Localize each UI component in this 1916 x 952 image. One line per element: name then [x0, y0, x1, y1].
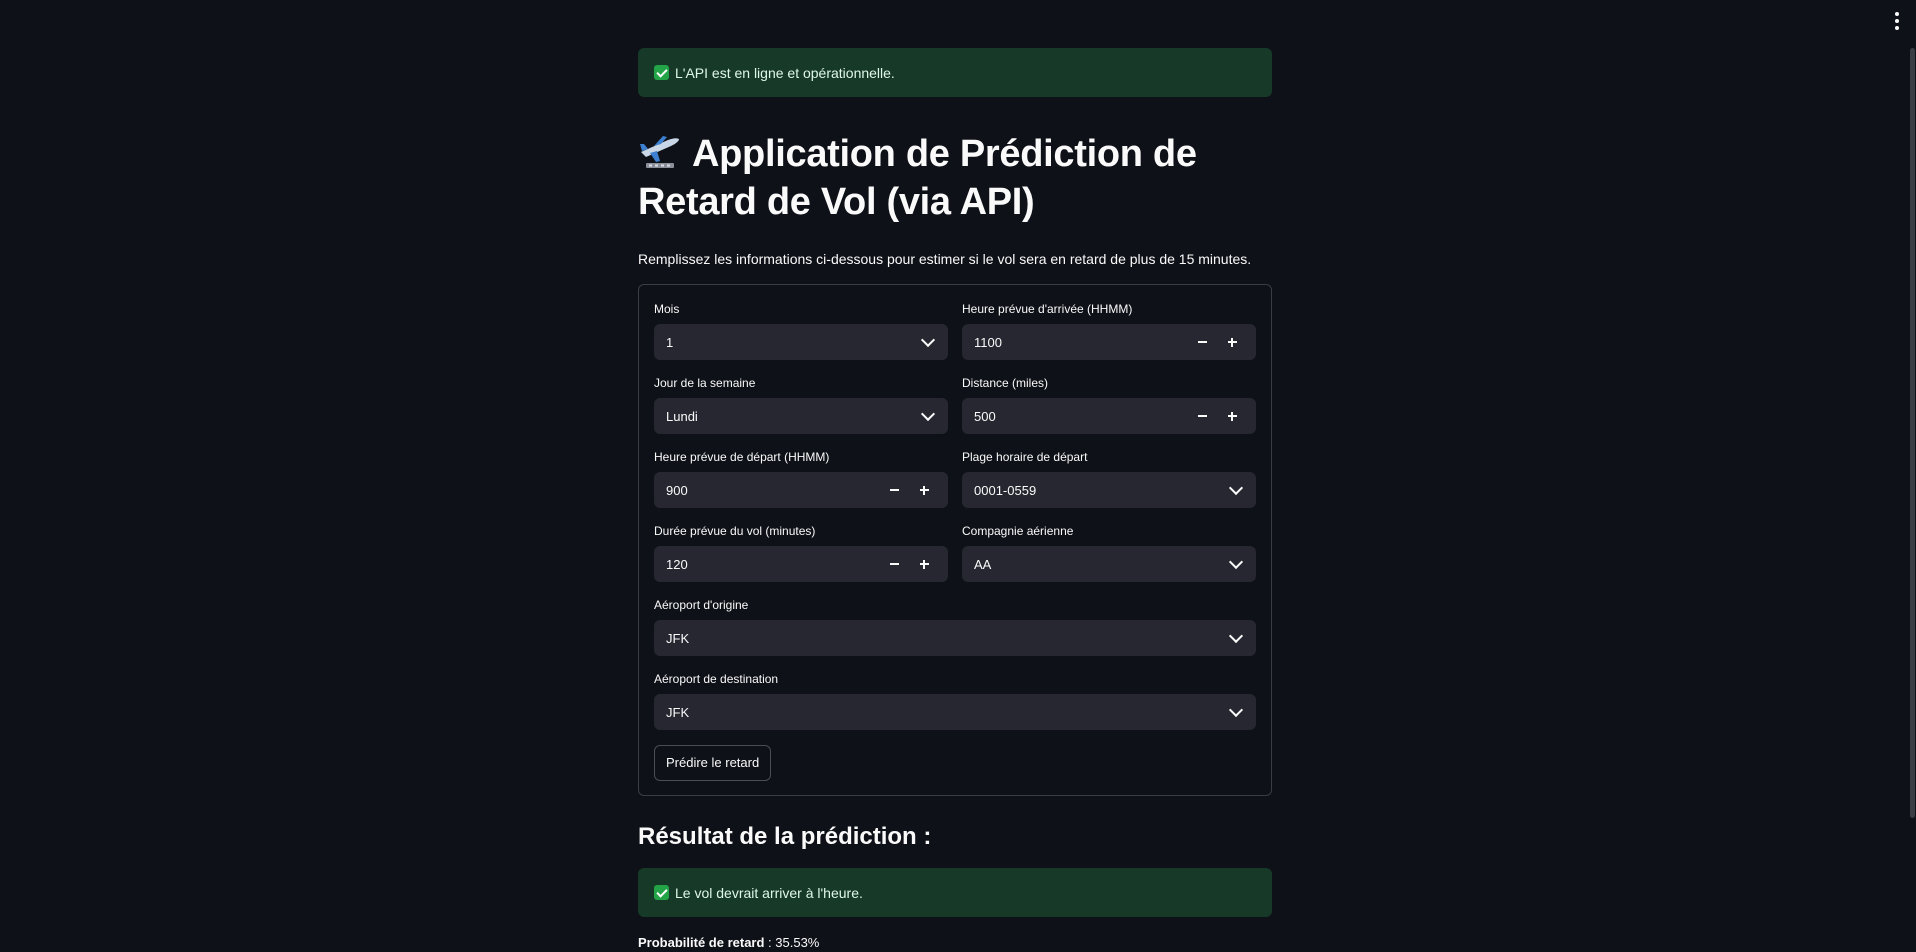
decrement-departure-time-button[interactable]: [882, 478, 906, 502]
departure-time-label: Heure prévue de départ (HHMM): [654, 450, 830, 464]
minus-icon: [1197, 341, 1207, 343]
month-value: 1: [666, 334, 674, 350]
minus-icon: [889, 489, 899, 491]
airline-select[interactable]: AA: [962, 546, 1256, 582]
api-status-text: L'API est en ligne et opérationnelle.: [675, 64, 895, 81]
distance-input[interactable]: 500: [962, 398, 1256, 434]
destination-value: JFK: [666, 704, 690, 720]
destination-label: Aéroport de destination: [654, 672, 779, 686]
departure-time-input[interactable]: 900: [654, 472, 948, 508]
arrival-time-label: Heure prévue d'arrivée (HHMM): [962, 302, 1133, 316]
origin-select[interactable]: JFK: [654, 620, 1256, 656]
origin-value: JFK: [666, 630, 690, 646]
result-message: Le vol devrait arriver à l'heure.: [675, 884, 863, 901]
result-alert: Le vol devrait arriver à l'heure.: [638, 868, 1272, 917]
distance-value[interactable]: 500: [974, 409, 1184, 424]
result-heading: Résultat de la prédiction :: [638, 823, 932, 850]
month-label: Mois: [654, 302, 680, 316]
day-of-week-label: Jour de la semaine: [654, 376, 756, 390]
delay-probability: Probabilité de retard : 35.53%: [638, 935, 1272, 950]
arrival-time-input[interactable]: 1100: [962, 324, 1256, 360]
main-menu-icon[interactable]: [1892, 10, 1902, 32]
origin-label: Aéroport d'origine: [654, 598, 749, 612]
check-mark-icon: [654, 885, 669, 900]
decrement-duration-button[interactable]: [882, 552, 906, 576]
departure-time-value[interactable]: 900: [666, 483, 876, 498]
chevron-down-icon[interactable]: [1228, 702, 1244, 718]
chevron-down-icon[interactable]: [920, 332, 936, 348]
page-title: Application de Prédiction de Retard de V…: [638, 130, 1272, 226]
day-of-week-value: Lundi: [666, 408, 698, 424]
duration-input[interactable]: 120: [654, 546, 948, 582]
probability-value: : 35.53%: [768, 935, 820, 950]
departure-slot-select[interactable]: 0001-0559: [962, 472, 1256, 508]
check-mark-icon: [654, 65, 669, 80]
duration-label: Durée prévue du vol (minutes): [654, 524, 816, 538]
decrement-distance-button[interactable]: [1190, 404, 1214, 428]
chevron-down-icon[interactable]: [1228, 554, 1244, 570]
increment-arrival-time-button[interactable]: [1220, 330, 1244, 354]
airplane-icon: [640, 136, 679, 168]
api-status-alert: L'API est en ligne et opérationnelle.: [638, 48, 1272, 97]
arrival-time-value[interactable]: 1100: [974, 335, 1184, 350]
page-subtitle: Remplissez les informations ci-dessous p…: [638, 251, 1252, 267]
scrollbar-thumb[interactable]: [1910, 48, 1915, 818]
departure-slot-value: 0001-0559: [974, 482, 1037, 498]
predict-button[interactable]: Prédire le retard: [654, 745, 772, 781]
minus-icon: [1197, 415, 1207, 417]
increment-distance-button[interactable]: [1220, 404, 1244, 428]
chevron-down-icon[interactable]: [920, 406, 936, 422]
departure-slot-label: Plage horaire de départ: [962, 450, 1088, 464]
increment-departure-time-button[interactable]: [912, 478, 936, 502]
airline-label: Compagnie aérienne: [962, 524, 1074, 538]
decrement-arrival-time-button[interactable]: [1190, 330, 1214, 354]
duration-value[interactable]: 120: [666, 557, 876, 572]
chevron-down-icon[interactable]: [1228, 628, 1244, 644]
scrollbar[interactable]: [1908, 0, 1916, 952]
probability-label: Probabilité de retard: [638, 935, 765, 950]
increment-duration-button[interactable]: [912, 552, 936, 576]
main-content: L'API est en ligne et opérationnelle. Ap…: [638, 0, 1272, 950]
page-title-text: Application de Prédiction de Retard de V…: [638, 133, 1197, 223]
distance-label: Distance (miles): [962, 376, 1049, 390]
prediction-form: Mois 1 Heure prévue d'arrivée (HHMM) 110…: [638, 284, 1272, 796]
airline-value: AA: [974, 556, 992, 572]
chevron-down-icon[interactable]: [1228, 480, 1244, 496]
day-of-week-select[interactable]: Lundi: [654, 398, 948, 434]
destination-select[interactable]: JFK: [654, 694, 1256, 730]
minus-icon: [889, 563, 899, 565]
month-select[interactable]: 1: [654, 324, 948, 360]
